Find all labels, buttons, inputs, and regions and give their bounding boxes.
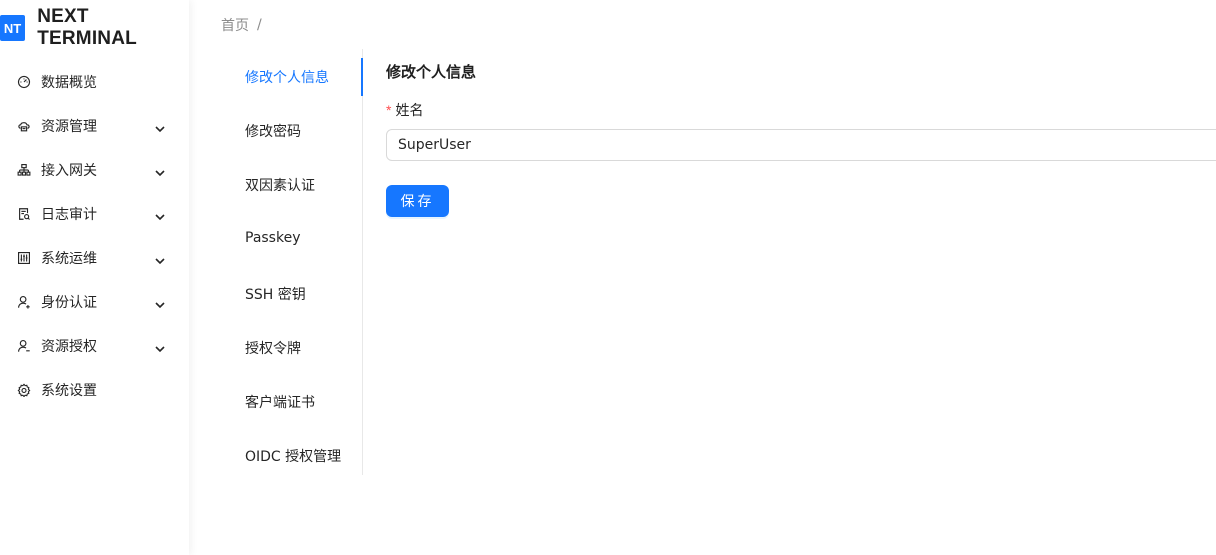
logo[interactable]: NT NEXT TERMINAL xyxy=(0,6,189,49)
chevron-down-icon xyxy=(154,164,166,177)
user-authorize-icon xyxy=(17,339,31,353)
sidebar-item-label: 系统设置 xyxy=(41,383,97,399)
sidebar-item-label: 资源授权 xyxy=(41,339,97,355)
save-button[interactable]: 保存 xyxy=(386,185,449,217)
sidebar-item-label: 日志审计 xyxy=(41,207,97,223)
tab-ssh-keys[interactable]: SSH 密钥 xyxy=(245,284,306,304)
user-identity-icon xyxy=(17,295,31,309)
chevron-down-icon xyxy=(154,252,166,265)
gear-icon xyxy=(17,383,31,397)
tab-change-password[interactable]: 修改密码 xyxy=(245,121,301,141)
sidebar-menu: 数据概览 资源管理 接入网关 日志审计 系统运维 身份认证 资源授权 系统设置 xyxy=(0,60,189,412)
chevron-down-icon xyxy=(154,296,166,309)
settings-tabs: 修改个人信息 修改密码 双因素认证 Passkey SSH 密钥 授权令牌 客户… xyxy=(221,49,363,475)
sidebar-item-dashboard[interactable]: 数据概览 xyxy=(0,60,189,104)
sidebar-item-authorization[interactable]: 资源授权 xyxy=(0,324,189,368)
tab-passkey[interactable]: Passkey xyxy=(245,230,301,246)
sidebar-item-label: 接入网关 xyxy=(41,163,97,179)
sidebar: NT NEXT TERMINAL 数据概览 资源管理 接入网关 日志审计 系统运… xyxy=(0,0,189,555)
sidebar-item-audit-log[interactable]: 日志审计 xyxy=(0,192,189,236)
sidebar-item-gateway[interactable]: 接入网关 xyxy=(0,148,189,192)
name-input[interactable] xyxy=(386,129,1216,161)
audit-log-icon xyxy=(17,207,31,221)
active-tab-indicator xyxy=(361,58,363,96)
section-title: 修改个人信息 xyxy=(386,63,477,81)
breadcrumb: 首页 / xyxy=(221,15,262,35)
required-mark: * xyxy=(386,102,392,118)
logo-badge: NT xyxy=(0,15,26,41)
sidebar-item-label: 数据概览 xyxy=(41,75,97,91)
name-field-label: * 姓名 xyxy=(386,100,423,120)
cloud-server-icon xyxy=(17,119,31,133)
chevron-down-icon xyxy=(154,208,166,221)
tab-two-factor[interactable]: 双因素认证 xyxy=(245,175,315,195)
sidebar-item-label: 系统运维 xyxy=(41,251,97,267)
sidebar-item-ops[interactable]: 系统运维 xyxy=(0,236,189,280)
tab-client-certificate[interactable]: 客户端证书 xyxy=(245,392,315,412)
breadcrumb-separator: / xyxy=(257,17,262,33)
sidebar-item-label: 身份认证 xyxy=(41,295,97,311)
name-label-text: 姓名 xyxy=(395,103,424,119)
tab-access-tokens[interactable]: 授权令牌 xyxy=(245,338,301,358)
sidebar-item-identity[interactable]: 身份认证 xyxy=(0,280,189,324)
chevron-down-icon xyxy=(154,340,166,353)
control-panel-icon xyxy=(17,251,31,265)
sidebar-item-resources[interactable]: 资源管理 xyxy=(0,104,189,148)
sidebar-item-settings[interactable]: 系统设置 xyxy=(0,368,189,412)
tab-edit-profile[interactable]: 修改个人信息 xyxy=(245,67,329,87)
breadcrumb-home[interactable]: 首页 xyxy=(221,15,249,35)
app-title: NEXT TERMINAL xyxy=(37,6,137,49)
dashboard-icon xyxy=(17,75,31,89)
gateway-icon xyxy=(17,163,31,177)
sidebar-item-label: 资源管理 xyxy=(41,119,97,135)
chevron-down-icon xyxy=(154,120,166,133)
tab-oidc-authorization[interactable]: OIDC 授权管理 xyxy=(245,446,341,466)
